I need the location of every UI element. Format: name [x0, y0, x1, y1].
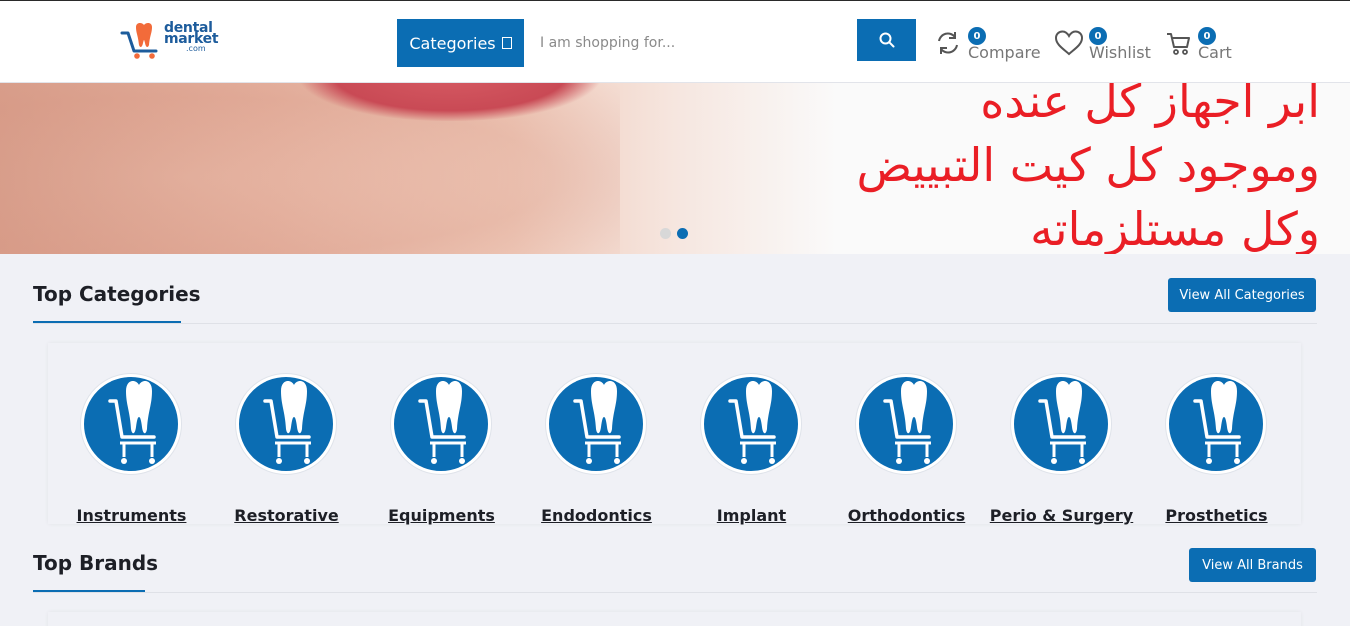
section-divider: [33, 323, 1317, 324]
cart-button[interactable]: 0 Cart: [1166, 26, 1236, 66]
tooth-cart-icon: [573, 381, 621, 464]
category-image[interactable]: [391, 374, 491, 474]
slider-dots: [660, 228, 688, 239]
logo[interactable]: dental market .com: [120, 21, 230, 63]
cart-icon: [1167, 33, 1190, 55]
category-image[interactable]: [1011, 374, 1111, 474]
categories-button[interactable]: Categories: [397, 19, 524, 67]
tooth-cart-icon: [883, 381, 931, 464]
category-image[interactable]: [701, 374, 801, 474]
cart-label: Cart: [1198, 43, 1232, 62]
search-icon: [879, 32, 894, 48]
category-name-link[interactable]: Implant: [674, 506, 829, 525]
brands-carousel: [48, 612, 1301, 626]
category-name-link[interactable]: Orthodontics: [829, 506, 984, 525]
tooth-cart-icon: [728, 381, 776, 464]
compare-icon: [938, 32, 958, 54]
category-image[interactable]: [236, 374, 336, 474]
search-button[interactable]: [857, 19, 916, 61]
category-name-link[interactable]: Instruments: [54, 506, 209, 525]
tooth-cart-icon: [263, 381, 311, 464]
heart-icon: [1054, 30, 1084, 56]
tooth-cart-icon: [1038, 381, 1086, 464]
view-all-brands-button[interactable]: View All Brands: [1189, 548, 1316, 582]
banner-line-3: وكل مستلزماته: [1030, 202, 1320, 254]
categories-button-label: Categories: [409, 33, 496, 53]
slider-dot-2[interactable]: [677, 228, 688, 239]
category-image[interactable]: [856, 374, 956, 474]
top-brands-title: Top Brands: [33, 551, 159, 575]
banner-text: ابر اجهاز كل عنده وموجود كل كيت التبييض …: [700, 83, 1320, 254]
view-all-categories-button[interactable]: View All Categories: [1168, 278, 1316, 312]
logo-wordmark: dental market .com: [164, 21, 219, 53]
banner-line-1: ابر اجهاز كل عنده: [980, 83, 1320, 128]
section-divider: [33, 592, 1317, 593]
category-image[interactable]: [81, 374, 181, 474]
category-name-link[interactable]: Endodontics: [519, 506, 674, 525]
compare-button[interactable]: 0 Compare: [935, 26, 1045, 66]
tooth-cart-icon: [1193, 381, 1241, 464]
slider-dot-1[interactable]: [660, 228, 671, 239]
tooth-cart-icon: [108, 381, 156, 464]
wishlist-button[interactable]: 0 Wishlist: [1054, 26, 1154, 66]
logo-cart-icon: [120, 22, 158, 59]
category-name-link[interactable]: Prosthetics: [1139, 506, 1294, 525]
compare-label: Compare: [968, 43, 1041, 62]
site-header: dental market .com Categories 0 Compare …: [0, 0, 1350, 83]
category-image[interactable]: [1166, 374, 1266, 474]
category-name-link[interactable]: Equipments: [364, 506, 519, 525]
category-name-link[interactable]: Restorative: [209, 506, 364, 525]
banner-line-2: وموجود كل كيت التبييض: [856, 138, 1320, 192]
search-input[interactable]: [524, 19, 857, 67]
tooth-cart-icon: [418, 381, 466, 464]
top-categories-title: Top Categories: [33, 282, 201, 306]
category-name-link[interactable]: Perio & Surgery: [984, 506, 1139, 525]
chevron-down-icon: [501, 37, 512, 49]
category-image[interactable]: [546, 374, 646, 474]
wishlist-label: Wishlist: [1089, 43, 1151, 62]
